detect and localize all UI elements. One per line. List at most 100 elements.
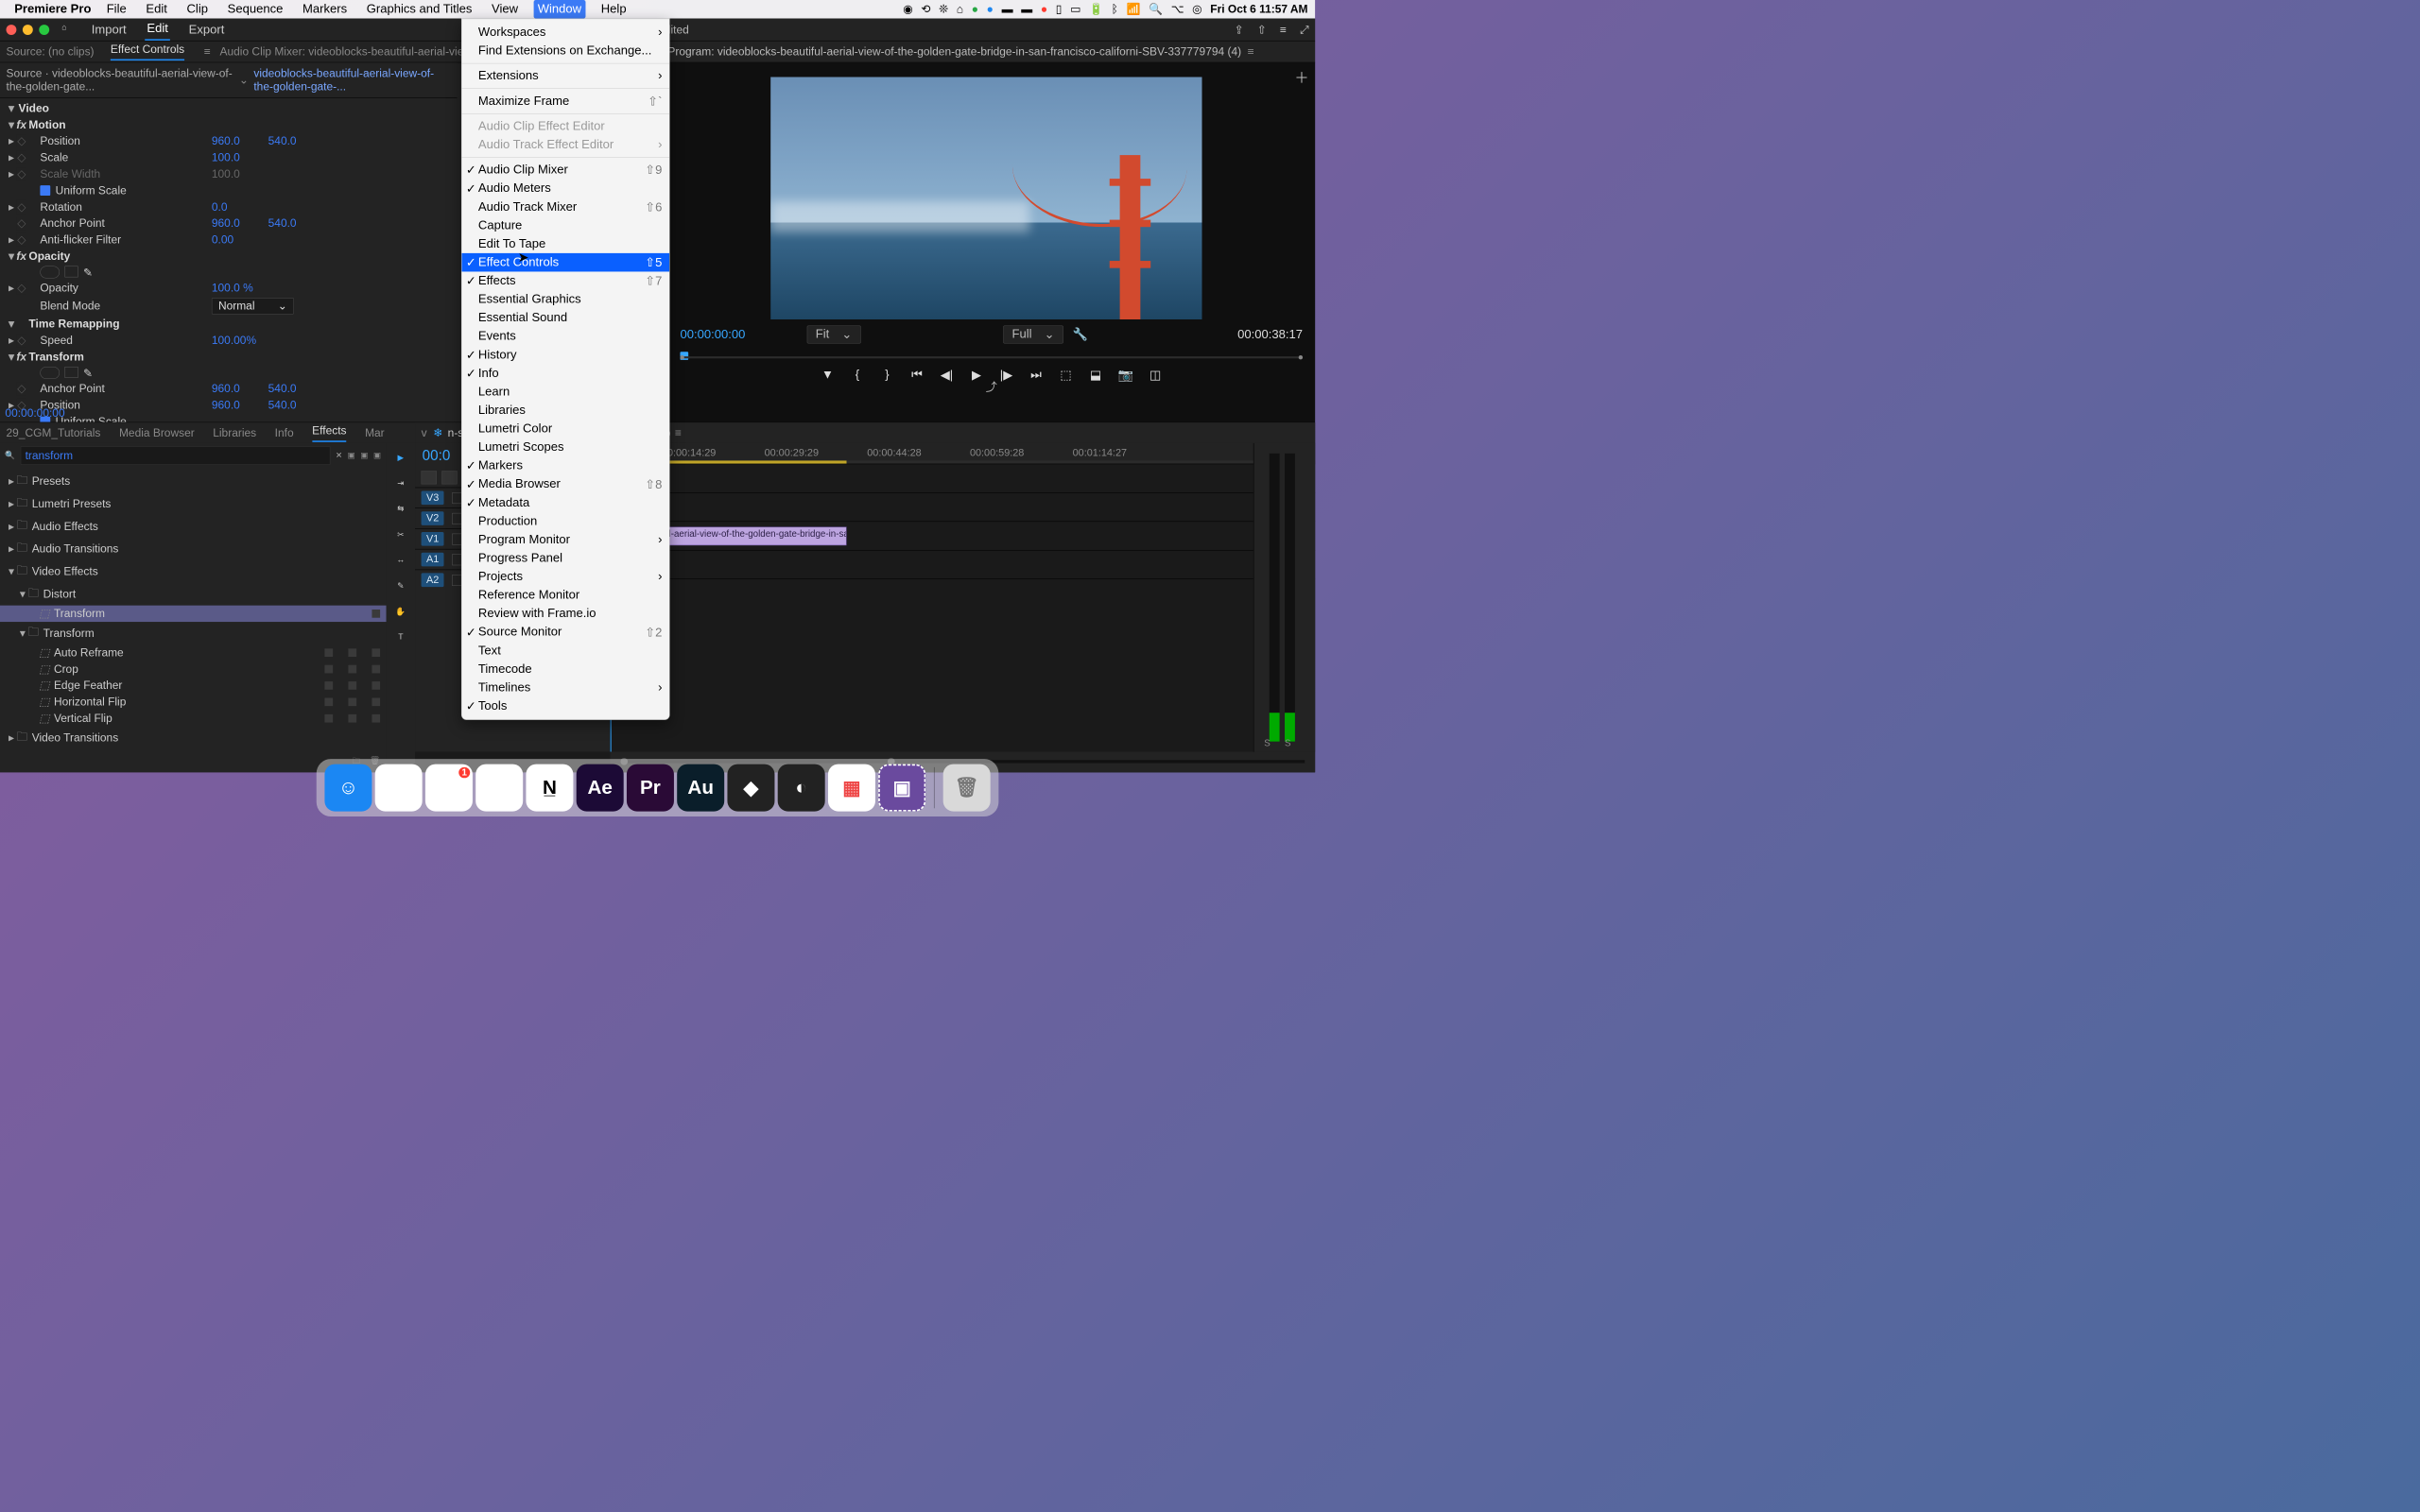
ec-t-anchor-y[interactable]: 540.0 (268, 382, 325, 395)
window-menu-item[interactable]: ✓Effect Controls⇧5 (462, 253, 670, 272)
tab-info[interactable]: Info (275, 426, 294, 439)
mask-ellipse-icon[interactable] (40, 367, 60, 379)
hand-tool-icon[interactable]: ✋ (392, 603, 408, 619)
window-menu-item[interactable]: Learn (462, 383, 670, 402)
keyframe-toggle[interactable] (16, 216, 26, 230)
effects-tree-node[interactable]: ⬚Auto Reframe (0, 644, 387, 661)
tab-effects[interactable]: Effects (312, 424, 346, 442)
ec-speed-value[interactable]: 100.00% (212, 334, 268, 347)
status-icon[interactable]: ● (987, 3, 994, 16)
twist-video[interactable]: ▾ (7, 102, 17, 115)
keyframe-toggle[interactable] (16, 167, 26, 180)
go-start-icon[interactable]: ⏮ (909, 368, 925, 383)
window-menu-item[interactable]: Projects› (462, 567, 670, 586)
ripple-tool-icon[interactable]: ⇆ (392, 501, 408, 517)
dock-app-audition[interactable]: Au (677, 765, 724, 812)
window-menu-item[interactable]: Find Extensions on Exchange... (462, 42, 670, 60)
timeline-panel-menu-icon[interactable]: ≡ (675, 426, 682, 439)
window-menu-item[interactable]: Timelines› (462, 679, 670, 697)
home-icon[interactable]: ⌂ (61, 23, 75, 36)
ec-opacity[interactable]: Opacity (26, 249, 212, 263)
window-menu-item[interactable]: ✓Media Browser⇧8 (462, 475, 670, 494)
mask-pen-icon[interactable]: ✎ (83, 367, 95, 378)
ec-scale-value[interactable]: 100.0 (212, 151, 268, 164)
workspace-icon[interactable]: ≡ (1280, 23, 1287, 36)
clear-search-icon[interactable]: ✕ (336, 451, 342, 461)
status-icon[interactable]: ▬ (1021, 3, 1032, 16)
zoom-button[interactable] (39, 25, 49, 35)
status-icon[interactable]: ❊ (939, 3, 948, 16)
timeline-ruler[interactable]: 00:00:14:29 00:00:29:29 00:00:44:28 00:0… (611, 443, 1316, 464)
keyframe-toggle[interactable] (16, 233, 26, 247)
dock-app-figma[interactable]: ◆ (727, 765, 774, 812)
track-select-tool-icon[interactable]: ⇥ (392, 475, 408, 491)
ec-blend-dropdown[interactable]: Normal⌄ (212, 298, 294, 314)
menubar-clock[interactable]: Fri Oct 6 11:57 AM (1210, 3, 1307, 16)
menu-clip[interactable]: Clip (182, 0, 212, 19)
status-icon[interactable]: ▬ (1002, 3, 1013, 16)
program-scrubber[interactable] (680, 351, 1303, 365)
keyframe-toggle[interactable] (16, 200, 26, 214)
ec-opacity-value[interactable]: 100.0 % (212, 282, 268, 295)
ec-t-anchor-x[interactable]: 960.0 (212, 382, 268, 395)
window-menu-item[interactable]: Essential Sound (462, 309, 670, 328)
program-tc-left[interactable]: 00:00:00:00 (680, 327, 745, 341)
status-icon[interactable]: ⟲ (921, 3, 930, 16)
window-menu-item[interactable]: Maximize Frame⇧` (462, 92, 670, 111)
window-menu-item[interactable]: Capture (462, 216, 670, 235)
window-menu-item[interactable]: Timecode (462, 660, 670, 679)
dock-app-screenflow[interactable]: ▣ (878, 765, 925, 812)
window-menu-item[interactable]: Audio Track Mixer⇧6 (462, 198, 670, 216)
slip-tool-icon[interactable]: ↔ (392, 552, 408, 568)
bracket-out-icon[interactable]: } (879, 368, 894, 383)
mark-in-icon[interactable]: ▼ (820, 368, 835, 383)
tab-media-browser[interactable]: Media Browser (119, 426, 195, 439)
status-icon[interactable]: ● (972, 3, 978, 16)
tab-libraries[interactable]: Libraries (213, 426, 256, 439)
keyframe-toggle[interactable] (16, 282, 26, 295)
extract-icon[interactable]: ⬓ (1088, 368, 1103, 383)
timeline-body[interactable]: 00:00:14:29 00:00:29:29 00:00:44:28 00:0… (611, 443, 1316, 752)
control-center-icon[interactable]: ⌥ (1171, 3, 1184, 16)
ws-export[interactable]: Export (186, 19, 226, 40)
window-menu-item[interactable]: ✓Effects⇧7 (462, 271, 670, 290)
dock-app-asana[interactable]: ● (475, 765, 523, 812)
menu-edit[interactable]: Edit (142, 0, 171, 19)
menu-help[interactable]: Help (596, 0, 631, 19)
effects-tree-node[interactable]: ⬚Horizontal Flip (0, 694, 387, 710)
ec-anchor-y[interactable]: 540.0 (268, 216, 325, 230)
twist-motion[interactable]: ▾ (7, 118, 17, 131)
tab-source[interactable]: Source: (no clips) (7, 45, 95, 59)
window-menu-item[interactable]: Essential Graphics (462, 290, 670, 309)
window-menu-item[interactable]: ✓Metadata (462, 493, 670, 512)
mask-pen-icon[interactable]: ✎ (83, 266, 95, 277)
lane-v3[interactable] (611, 464, 1316, 492)
menu-sequence[interactable]: Sequence (223, 0, 286, 19)
fx-badge-icon[interactable]: fx (16, 118, 26, 131)
twist-transform[interactable]: ▾ (7, 351, 17, 364)
status-icon[interactable]: ◉ (903, 3, 912, 16)
window-menu-item[interactable]: ✓Markers (462, 456, 670, 475)
dock-app-chrome[interactable]: ◎ (375, 765, 423, 812)
effects-search-input[interactable] (21, 446, 331, 465)
mask-rect-icon[interactable] (64, 367, 78, 378)
effects-tree-node[interactable]: ⬚Crop (0, 661, 387, 677)
ec-transform[interactable]: Transform (26, 351, 212, 364)
dock-app-premiere[interactable]: Pr (627, 765, 674, 812)
ec-timeremap[interactable]: Time Remapping (26, 318, 212, 331)
pen-tool-icon[interactable]: ✎ (392, 577, 408, 593)
program-video-frame[interactable] (770, 77, 1201, 319)
ec-antiflicker-value[interactable]: 0.00 (212, 233, 268, 247)
menubar-app-name[interactable]: Premiere Pro (14, 2, 91, 16)
mask-ellipse-icon[interactable] (40, 266, 60, 278)
window-menu-item[interactable]: ✓Audio Meters (462, 180, 670, 198)
selection-tool-icon[interactable]: ▶ (392, 449, 408, 465)
mask-rect-icon[interactable] (64, 266, 78, 277)
step-fwd-icon[interactable]: |▶ (998, 368, 1013, 383)
twist-timeremap[interactable]: ▾ (7, 318, 17, 331)
lane-v1[interactable]: ocks-beautiful-aerial-view-of-the-golden… (611, 522, 1316, 550)
status-icon[interactable]: ▭ (1070, 3, 1080, 16)
panel-menu-icon[interactable]: ≡ (204, 45, 211, 59)
quick-export-icon[interactable]: ⇪ (1235, 23, 1244, 36)
wifi-icon[interactable]: 📶 (1127, 3, 1141, 16)
